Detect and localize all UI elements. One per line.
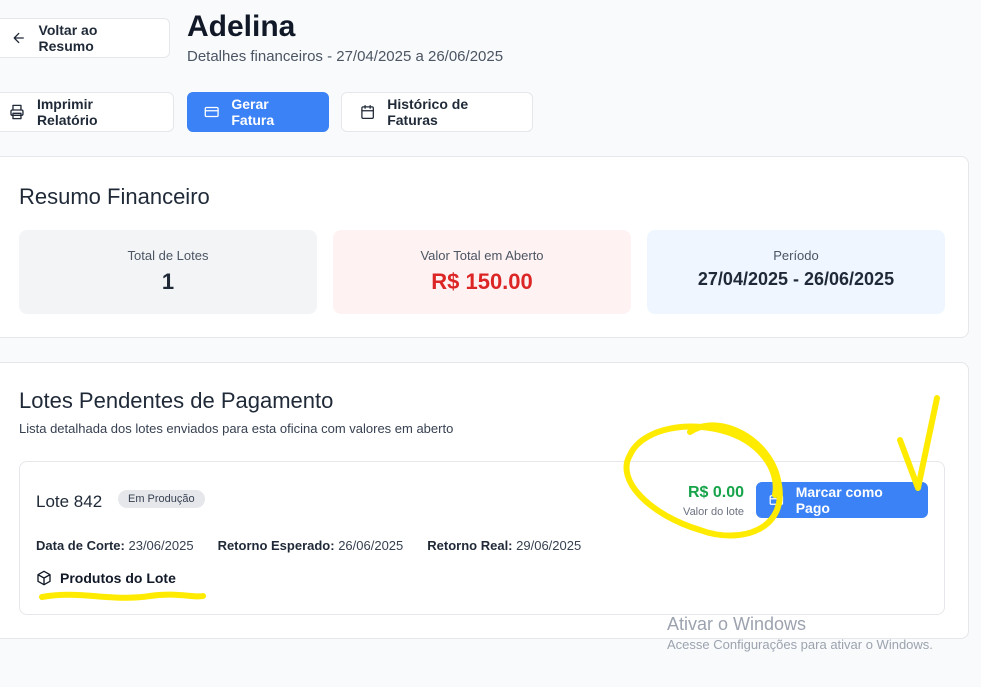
print-report-label: Imprimir Relatório xyxy=(36,96,98,128)
stat-value: R$ 150.00 xyxy=(431,269,533,294)
stat-label: Período xyxy=(773,248,819,263)
lot-dates: Data de Corte: 23/06/2025 Retorno Espera… xyxy=(36,538,581,553)
invoice-history-button[interactable]: Histórico de Faturas xyxy=(341,92,533,132)
windows-activation-watermark: Ativar o Windows Acesse Configurações pa… xyxy=(667,614,933,652)
mark-as-paid-button[interactable]: Marcar como Pago xyxy=(756,482,928,518)
page-title: Adelina xyxy=(187,10,296,43)
pending-lots-subtitle: Lista detalhada dos lotes enviados para … xyxy=(19,421,454,436)
back-button[interactable]: Voltar ao Resumo xyxy=(0,18,170,58)
lot-item: Lote 842 Em Produção Data de Corte: 23/0… xyxy=(19,461,945,615)
real-return-date: Retorno Real: 29/06/2025 xyxy=(427,538,582,553)
pending-lots-card: Lotes Pendentes de Pagamento Lista detal… xyxy=(0,362,969,639)
page-subtitle: Detalhes financeiros - 27/04/2025 a 26/0… xyxy=(187,48,504,65)
generate-invoice-label: Gerar Fatura xyxy=(231,96,275,128)
arrow-left-icon xyxy=(13,32,24,44)
stat-open-amount: Valor Total em Aberto R$ 150.00 xyxy=(333,230,631,314)
watermark-title: Ativar o Windows xyxy=(667,614,807,634)
expected-return-date: Retorno Esperado: 26/06/2025 xyxy=(217,538,404,553)
pending-lots-title: Lotes Pendentes de Pagamento xyxy=(19,388,334,413)
calendar-icon xyxy=(361,105,374,119)
generate-invoice-button[interactable]: Gerar Fatura xyxy=(187,92,329,132)
lot-amount-caption: Valor do lote xyxy=(683,506,744,518)
financial-summary-title: Resumo Financeiro xyxy=(19,184,210,209)
invoice-history-label: Histórico de Faturas xyxy=(387,96,469,128)
stat-label: Total de Lotes xyxy=(127,248,209,263)
printer-icon xyxy=(10,104,24,120)
print-report-button[interactable]: Imprimir Relatório xyxy=(0,92,174,132)
cut-date: Data de Corte: 23/06/2025 xyxy=(36,538,194,553)
lot-value: R$ 0.00 Valor do lote xyxy=(683,484,744,518)
credit-card-icon xyxy=(204,106,219,118)
stat-period: Período 27/04/2025 - 26/06/2025 xyxy=(647,230,945,314)
stat-total-lots: Total de Lotes 1 xyxy=(19,230,317,314)
status-badge: Em Produção xyxy=(118,490,205,508)
lot-products-toggle[interactable]: Produtos do Lote xyxy=(36,570,176,586)
stat-value: 1 xyxy=(161,269,175,294)
stat-label: Valor Total em Aberto xyxy=(420,248,544,263)
lot-name: Lote 842 xyxy=(36,492,103,511)
lot-amount: R$ 0.00 xyxy=(687,484,744,501)
stat-value: 27/04/2025 - 26/06/2025 xyxy=(697,269,895,289)
credit-card-icon xyxy=(769,495,784,505)
back-button-label: Voltar ao Resumo xyxy=(38,22,98,54)
mark-as-paid-label: Marcar como Pago xyxy=(795,484,883,516)
lot-products-label: Produtos do Lote xyxy=(60,570,176,586)
watermark-subtitle: Acesse Configurações para ativar o Windo… xyxy=(667,637,933,652)
package-icon xyxy=(37,570,51,586)
financial-summary-card: Resumo Financeiro Total de Lotes 1 Valor… xyxy=(0,156,969,338)
